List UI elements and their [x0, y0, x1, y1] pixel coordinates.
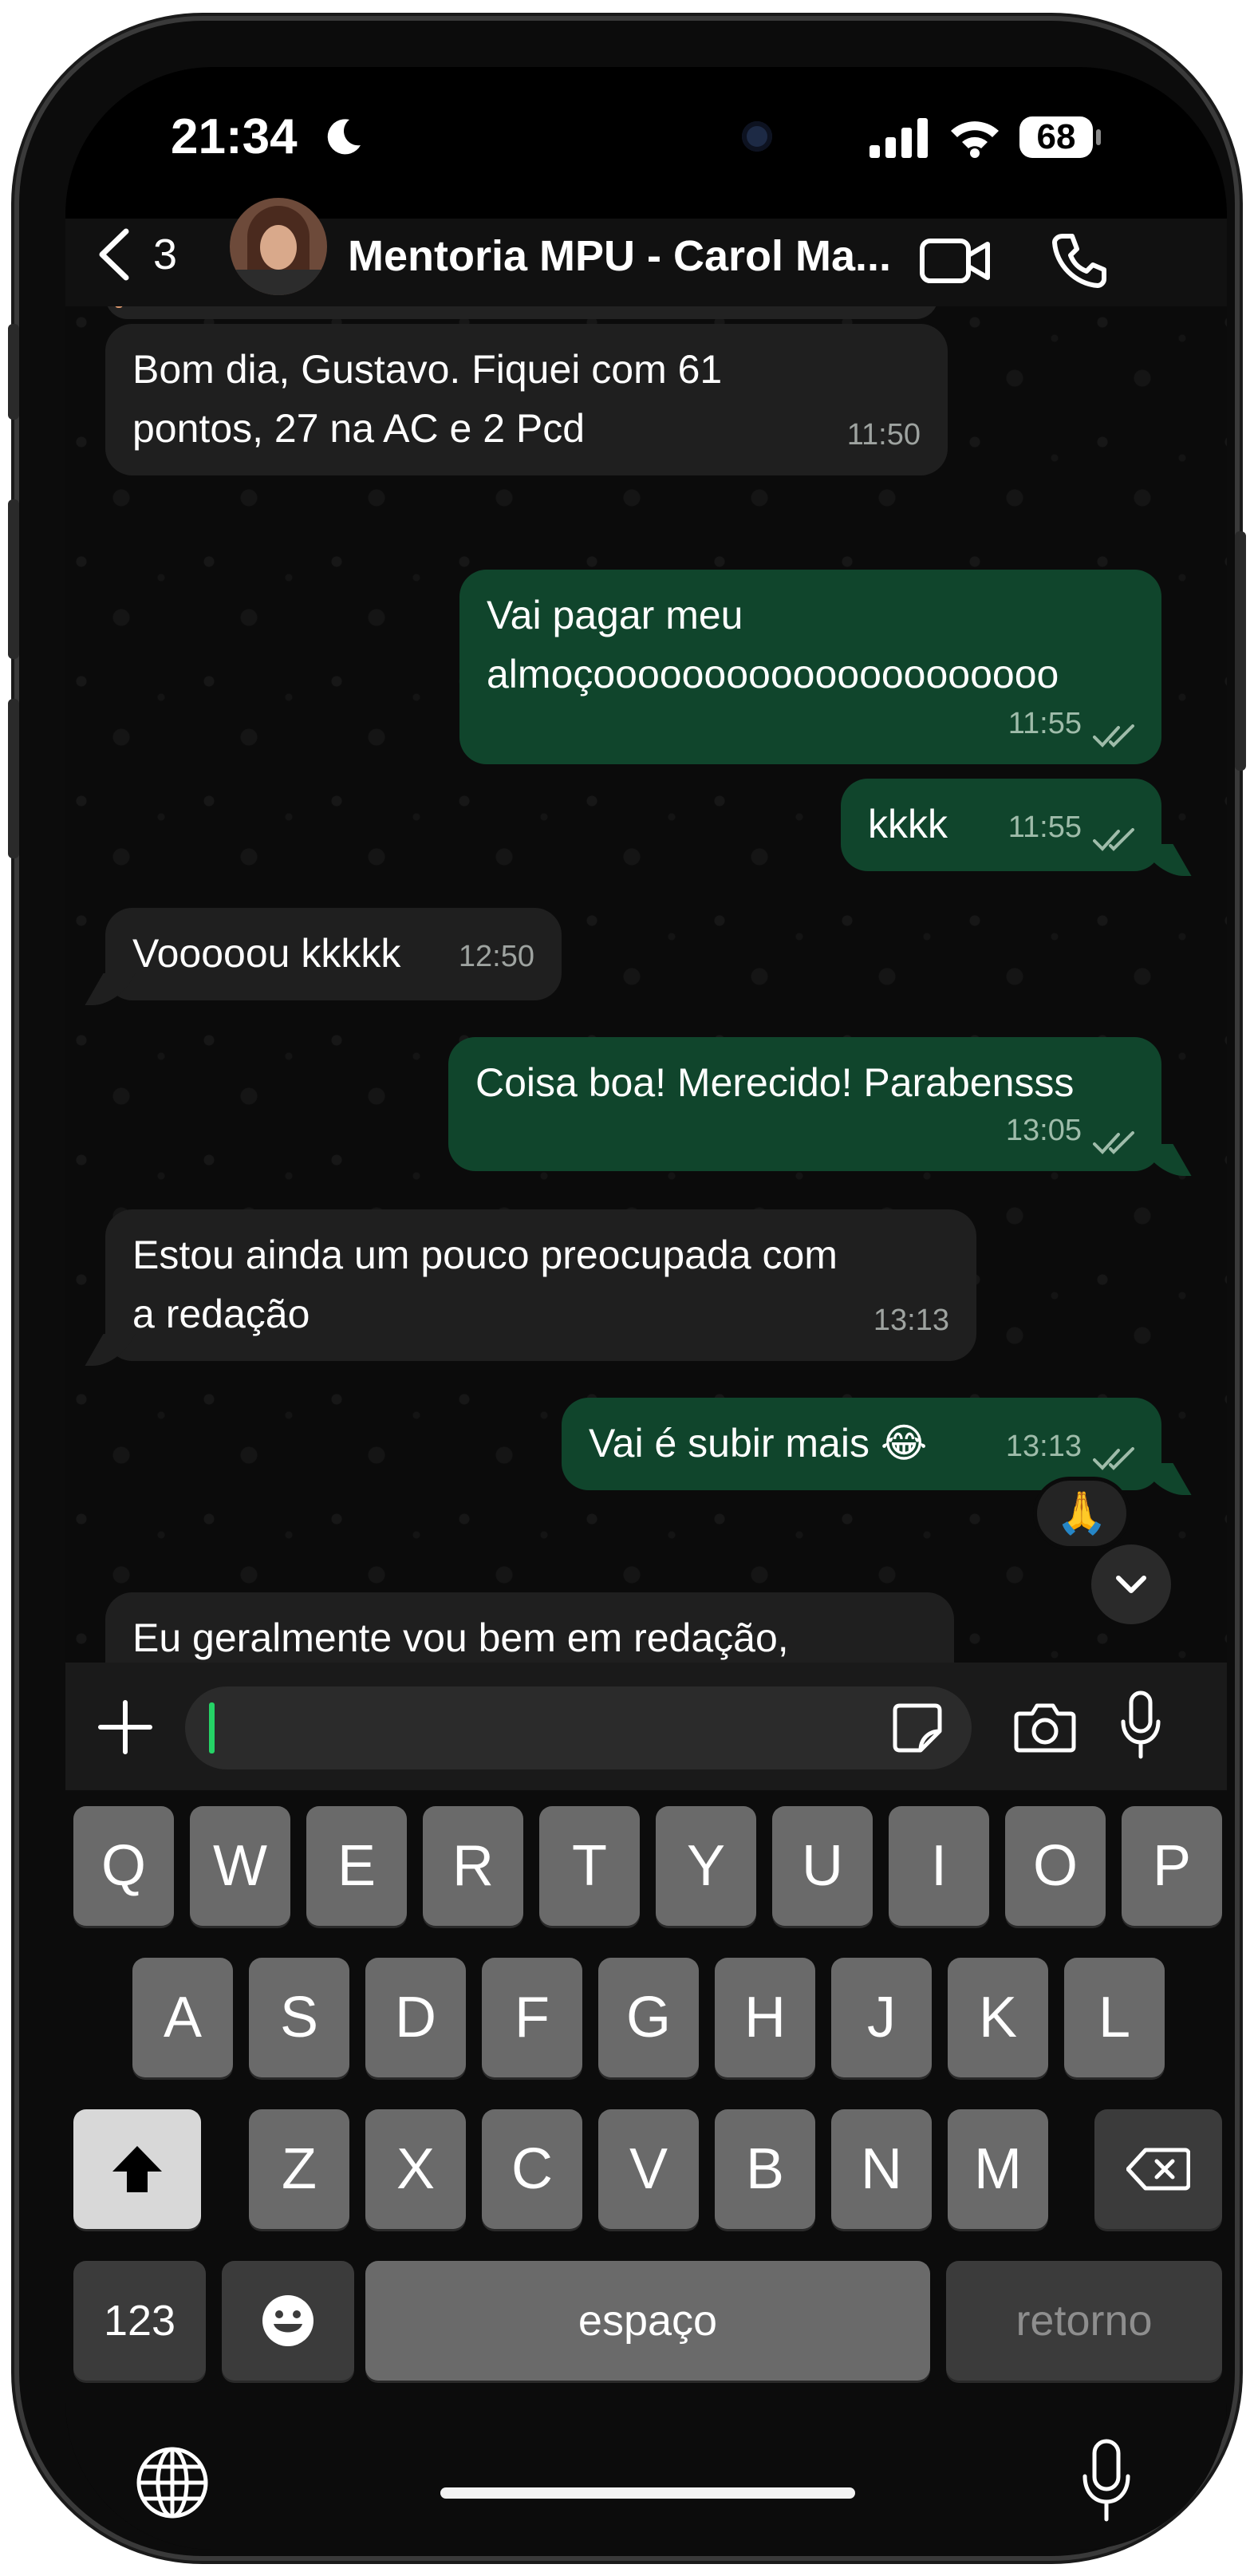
contact-name[interactable]: Mentoria MPU - Carol Ma... — [348, 231, 891, 281]
read-receipt-icon — [1093, 1131, 1134, 1154]
key-w[interactable]: W — [190, 1806, 290, 1926]
message-time: 11:55 — [1008, 811, 1082, 844]
read-receipt-icon — [1093, 724, 1134, 748]
key-m[interactable]: M — [948, 2109, 1048, 2229]
key-c[interactable]: C — [482, 2109, 582, 2229]
key-d[interactable]: D — [365, 1958, 466, 2077]
battery-icon: 68 — [1019, 116, 1093, 158]
key-b[interactable]: B — [715, 2109, 815, 2229]
action-button — [8, 324, 19, 420]
home-indicator[interactable] — [440, 2487, 855, 2499]
key-v[interactable]: V — [598, 2109, 699, 2229]
read-receipt-icon — [1093, 828, 1134, 851]
key-q[interactable]: Q — [73, 1806, 174, 1926]
message-bubble-outgoing[interactable]: kkkk 11:55 — [841, 779, 1161, 871]
status-time: 21:34 — [171, 109, 298, 164]
scroll-down-button[interactable] — [1091, 1544, 1171, 1624]
text-cursor — [209, 1702, 215, 1753]
front-camera — [742, 121, 772, 152]
message-bubble-outgoing[interactable]: Vai pagar meu almoçooooooooooooooooooooo… — [459, 570, 1161, 764]
backspace-icon — [1126, 2148, 1190, 2191]
read-receipt-icon — [1093, 1447, 1134, 1470]
key-g[interactable]: G — [598, 1958, 699, 2077]
key-i[interactable]: I — [889, 1806, 989, 1926]
phone-frame: 21:34 68 3 Mentoria MPU - Carol Ma... Bo… — [8, 21, 1246, 2556]
signal-icon — [870, 118, 928, 158]
key-x[interactable]: X — [365, 2109, 466, 2229]
key-k[interactable]: K — [948, 1958, 1048, 2077]
message-bubble-incoming[interactable]: Vooooou kkkkk 12:50 — [105, 908, 562, 1000]
shift-icon — [112, 2146, 162, 2192]
message-time: 13:05 — [1005, 1114, 1082, 1147]
scroll-down-icon — [1116, 1576, 1146, 1593]
space-key[interactable]: espaço — [365, 2261, 930, 2381]
numbers-key[interactable]: 123 — [73, 2261, 206, 2381]
message-time: 13:13 — [873, 1304, 949, 1337]
key-s[interactable]: S — [249, 1958, 349, 2077]
message-bubble-partial — [105, 306, 938, 319]
message-time: 13:13 — [1005, 1430, 1082, 1463]
dictation-icon[interactable] — [1079, 2436, 1134, 2524]
message-text: Estou ainda um pouco preocupada com a re… — [132, 1233, 838, 1336]
key-p[interactable]: P — [1122, 1806, 1222, 1926]
message-text: Vooooou kkkkk — [132, 931, 401, 976]
video-call-icon[interactable] — [919, 236, 992, 286]
key-l[interactable]: L — [1064, 1958, 1165, 2077]
key-o[interactable]: O — [1005, 1806, 1106, 1926]
message-time: 11:50 — [846, 418, 921, 452]
key-y[interactable]: Y — [656, 1806, 756, 1926]
unread-count[interactable]: 3 — [153, 230, 177, 279]
emoji-icon — [262, 2295, 314, 2346]
message-bubble-incoming[interactable]: Bom dia, Gustavo. Fiquei com 61 pontos, … — [105, 324, 948, 475]
key-a[interactable]: A — [132, 1958, 233, 2077]
keyboard: Q W E R T Y U I O P A S D F G H J K L Z … — [65, 1790, 1227, 2550]
key-h[interactable]: H — [715, 1958, 815, 2077]
key-t[interactable]: T — [539, 1806, 640, 1926]
back-chevron-icon[interactable] — [94, 227, 134, 282]
screen: 21:34 68 3 Mentoria MPU - Carol Ma... Bo… — [65, 67, 1227, 2550]
message-list[interactable]: Bom dia, Gustavo. Fiquei com 61 pontos, … — [65, 306, 1227, 1680]
plus-icon[interactable] — [97, 1699, 153, 1755]
message-input[interactable] — [185, 1686, 972, 1769]
message-time: 12:50 — [458, 940, 534, 973]
emoji-key[interactable] — [222, 2261, 354, 2381]
key-f[interactable]: F — [482, 1958, 582, 2077]
key-r[interactable]: R — [423, 1806, 523, 1926]
camera-icon[interactable] — [1013, 1699, 1077, 1755]
message-text: kkkk — [868, 802, 948, 846]
mic-icon[interactable] — [1117, 1690, 1165, 1761]
globe-icon[interactable] — [134, 2444, 211, 2521]
key-z[interactable]: Z — [249, 2109, 349, 2229]
message-bubble-outgoing[interactable]: Vai é subir mais 😂 13:13 — [562, 1398, 1161, 1490]
message-bubble-incoming[interactable]: Estou ainda um pouco preocupada com a re… — [105, 1209, 976, 1361]
return-key[interactable]: retorno — [946, 2261, 1222, 2381]
key-n[interactable]: N — [831, 2109, 932, 2229]
volume-up-button — [8, 499, 19, 659]
message-text: Bom dia, Gustavo. Fiquei com 61 pontos, … — [132, 347, 723, 451]
message-reaction[interactable]: 🙏 — [1037, 1481, 1126, 1546]
key-j[interactable]: J — [831, 1958, 932, 2077]
sticker-icon[interactable] — [892, 1702, 943, 1753]
contact-avatar[interactable] — [230, 198, 327, 295]
phone-icon[interactable] — [1050, 231, 1107, 289]
message-text: Vai é subir mais 😂 — [589, 1421, 928, 1466]
wifi-icon — [951, 121, 999, 158]
battery-level: 68 — [1036, 117, 1076, 156]
backspace-key[interactable] — [1094, 2109, 1222, 2229]
message-text: Coisa boa! Merecido! Parabensss — [475, 1060, 1075, 1105]
dynamic-island — [491, 91, 801, 182]
shift-key[interactable] — [73, 2109, 201, 2229]
message-text: Vai pagar meu almoçooooooooooooooooooooo — [487, 593, 1059, 696]
power-button — [1235, 531, 1246, 771]
message-bubble-outgoing[interactable]: Coisa boa! Merecido! Parabensss 13:05 — [448, 1037, 1161, 1171]
volume-down-button — [8, 699, 19, 858]
battery-tip — [1096, 129, 1101, 145]
moon-icon — [327, 119, 361, 155]
key-u[interactable]: U — [772, 1806, 873, 1926]
key-e[interactable]: E — [306, 1806, 407, 1926]
message-time: 11:55 — [1008, 707, 1082, 740]
